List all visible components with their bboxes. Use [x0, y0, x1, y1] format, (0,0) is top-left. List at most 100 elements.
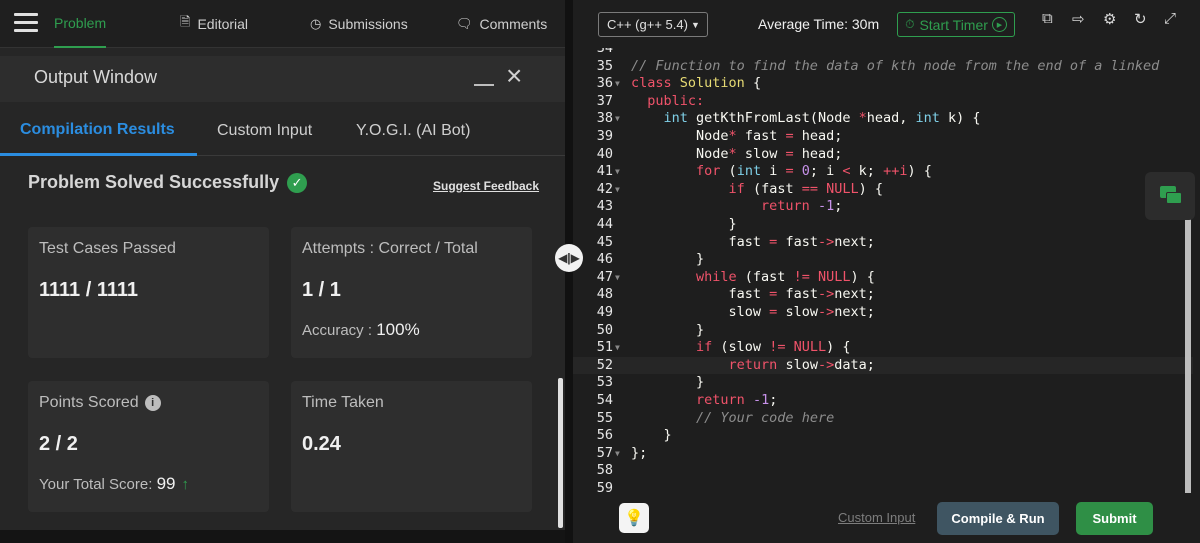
lightbulb-icon[interactable]: 💡: [619, 503, 649, 533]
tab-editorial-label: Editorial: [197, 16, 249, 32]
editor-toolbar: C++ (g++ 5.4) ▼ Average Time: 30m ⏱ Start…: [573, 0, 1200, 48]
test-cases-value: 1111 / 1111: [39, 279, 139, 301]
points-value: 2 / 2: [39, 433, 78, 455]
code-text: // Function to find the data of kth node…: [631, 57, 1160, 74]
code-line[interactable]: 35 // Function to find the data of kth no…: [573, 58, 1193, 76]
line-number: 36: [596, 75, 613, 92]
code-line[interactable]: 56 }: [573, 427, 1193, 445]
fold-arrow-icon[interactable]: ▼: [615, 339, 620, 357]
suggest-feedback-link[interactable]: Suggest Feedback: [433, 179, 539, 193]
code-line[interactable]: 46 }: [573, 251, 1193, 269]
code-line[interactable]: 48 fast = fast->next;: [573, 286, 1193, 304]
fold-arrow-icon[interactable]: ▼: [615, 163, 620, 181]
fold-arrow-icon[interactable]: ▼: [615, 110, 620, 128]
code-line[interactable]: 44 }: [573, 216, 1193, 234]
fullscreen-icon[interactable]: ⤢: [1164, 10, 1176, 27]
code-text: public:: [647, 92, 705, 109]
exit-icon[interactable]: ⇨: [1072, 10, 1085, 28]
code-text: };: [631, 444, 648, 461]
language-select[interactable]: C++ (g++ 5.4) ▼: [598, 12, 708, 37]
code-text: slow = slow->next;: [631, 304, 875, 320]
accuracy-value: 100%: [376, 320, 420, 339]
submit-button[interactable]: Submit: [1076, 502, 1153, 535]
comment-icon: 🗨: [456, 16, 473, 31]
line-number: 40: [596, 145, 613, 162]
code-line[interactable]: 49 slow = slow->next;: [573, 304, 1193, 322]
info-icon[interactable]: i: [144, 395, 161, 411]
code-line[interactable]: 38 ▼ int getKthFromLast(Node *head, int k…: [573, 110, 1193, 128]
resize-handle-icon[interactable]: ◀|▶: [555, 244, 583, 272]
code-line[interactable]: 41 ▼ for (int i = 0; i < k; ++i) {: [573, 163, 1193, 181]
fold-arrow-icon[interactable]: ▼: [615, 181, 620, 199]
play-icon: ▶: [991, 17, 1007, 32]
language-value: C++ (g++ 5.4): [607, 17, 688, 32]
left-scrollbar[interactable]: [558, 378, 563, 528]
hamburger-menu-icon[interactable]: [14, 13, 38, 33]
code-line[interactable]: 50 }: [573, 322, 1193, 340]
code-line[interactable]: 55 // Your code here: [573, 410, 1193, 428]
vertical-scrollbar[interactable]: [1185, 213, 1191, 493]
code-line[interactable]: 51 ▼ if (slow != NULL) {: [573, 339, 1193, 357]
average-time: Average Time: 30m: [758, 16, 880, 32]
total-score-value: 99: [156, 474, 176, 493]
line-number: 56: [596, 427, 613, 444]
code-line[interactable]: 47 ▼ while (fast != NULL) {: [573, 269, 1193, 287]
right-panel: C++ (g++ 5.4) ▼ Average Time: 30m ⏱ Start…: [573, 0, 1200, 543]
tab-yogi-ai-bot[interactable]: Y.O.G.I. (AI Bot): [356, 106, 470, 156]
reset-icon[interactable]: ↻: [1134, 10, 1147, 28]
code-text: return slow->data;: [728, 356, 875, 373]
status-message: Problem Solved Successfully ✓: [28, 172, 308, 193]
code-line[interactable]: 43 return -1;: [573, 198, 1193, 216]
gear-icon[interactable]: ⚙: [1103, 10, 1116, 28]
accuracy-label: Accuracy :: [302, 322, 373, 339]
output-tabs: Compilation Results Custom Input Y.O.G.I…: [0, 106, 565, 156]
tab-problem-label: Problem: [54, 15, 107, 31]
tab-submissions[interactable]: ◷ Submissions: [310, 0, 408, 48]
line-number: 54: [596, 392, 613, 408]
tab-problem[interactable]: Problem: [54, 0, 107, 48]
code-line[interactable]: 59: [573, 480, 1193, 493]
code-line[interactable]: 37 public:: [573, 93, 1193, 111]
start-timer-label: Start Timer: [919, 16, 988, 33]
code-line[interactable]: 42 ▼ if (fast == NULL) {: [573, 181, 1193, 199]
code-editor[interactable]: 34 35 // Function to find the data of kth …: [573, 48, 1193, 493]
fold-arrow-icon[interactable]: ▼: [615, 269, 620, 287]
left-panel: Problem 🗎 Editorial ◷ Submissions 🗨 Comm…: [0, 0, 565, 543]
close-icon[interactable]: ×: [506, 62, 522, 90]
points-label: Points Scored: [39, 394, 139, 411]
code-line[interactable]: 45 fast = fast->next;: [573, 234, 1193, 252]
code-text: }: [631, 216, 737, 232]
compile-run-button[interactable]: Compile & Run: [937, 502, 1059, 535]
code-line[interactable]: 39 Node* fast = head;: [573, 128, 1193, 146]
editor-actions: 💡 Custom Input Compile & Run Submit: [573, 493, 1200, 543]
code-line[interactable]: 36 ▼ class Solution {: [573, 75, 1193, 93]
points-card: Points Scored i 2 / 2 Your Total Score: 9…: [28, 381, 269, 512]
start-timer-button[interactable]: ⏱ Start Timer ▶: [897, 12, 1015, 37]
chat-icon[interactable]: [1145, 172, 1195, 220]
tab-custom-input[interactable]: Custom Input: [217, 106, 312, 156]
minimize-icon[interactable]: [474, 84, 494, 86]
line-number: 42: [596, 180, 613, 197]
code-text: class Solution {: [631, 75, 762, 92]
fold-arrow-icon[interactable]: ▼: [615, 75, 620, 93]
timer-icon: ⏱: [905, 17, 915, 31]
code-line[interactable]: 54 return -1;: [573, 392, 1193, 410]
code-text: }: [631, 374, 705, 391]
tab-editorial[interactable]: 🗎 Editorial: [180, 0, 248, 48]
fold-arrow-icon[interactable]: ▼: [615, 445, 620, 463]
copy-icon[interactable]: ⧉: [1042, 10, 1053, 27]
tab-comments[interactable]: 🗨 Comments: [456, 0, 547, 48]
code-line[interactable]: 57 ▼};: [573, 445, 1193, 463]
code-line[interactable]: 53 }: [573, 374, 1193, 392]
tab-compilation-results[interactable]: Compilation Results: [0, 106, 197, 156]
left-bottom-strip: [0, 530, 565, 543]
line-number: 59: [596, 480, 613, 493]
line-number: 58: [596, 462, 613, 479]
code-line[interactable]: 58: [573, 462, 1193, 480]
document-icon: 🗎: [180, 14, 191, 29]
code-line[interactable]: 40 Node* slow = head;: [573, 146, 1193, 164]
code-line[interactable]: 34: [573, 48, 1193, 58]
code-line[interactable]: 52 return slow->data;: [573, 356, 1193, 375]
code-text: Node* slow = head;: [631, 145, 843, 162]
custom-input-link[interactable]: Custom Input: [838, 510, 915, 525]
